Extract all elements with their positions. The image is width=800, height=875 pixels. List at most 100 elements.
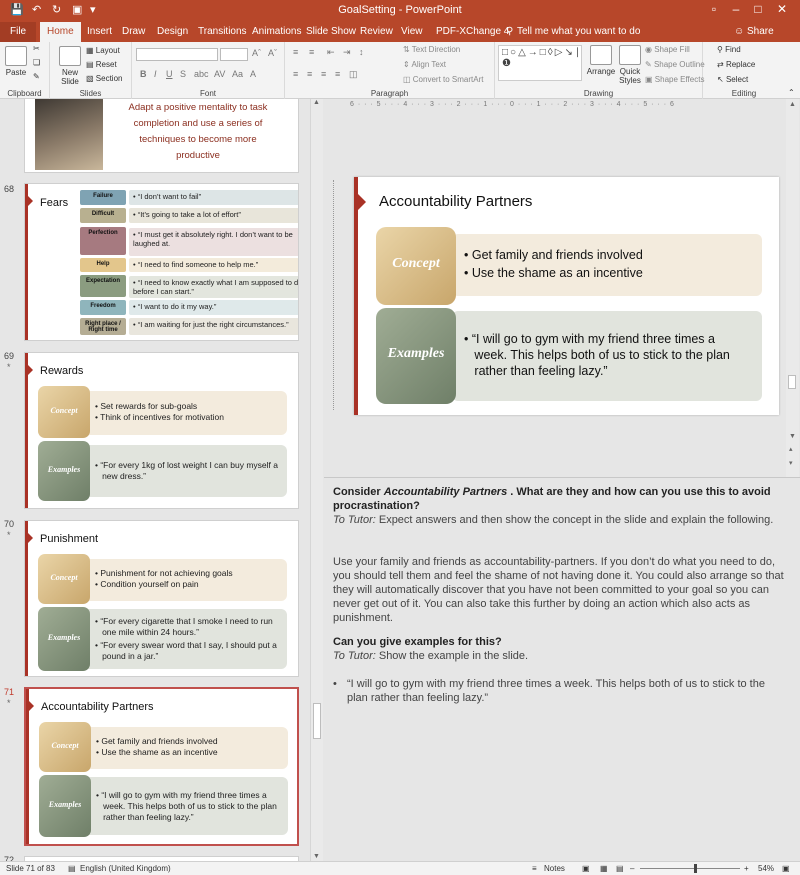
tab-animations[interactable]: Animations <box>252 26 301 37</box>
spacing-icon[interactable]: AV <box>214 69 225 79</box>
numbering-icon[interactable]: ≡ <box>309 47 314 57</box>
scroll-up-icon[interactable]: ▲ <box>789 101 796 108</box>
thumbnail-scrollbar[interactable]: ▲ ▼ <box>310 99 323 861</box>
minimize-button[interactable]: – <box>726 2 746 16</box>
current-slide[interactable]: Accountability Partners Concept • Get fa… <box>354 177 779 415</box>
strikethrough-icon[interactable]: abc <box>194 69 209 79</box>
font-name-box[interactable] <box>136 48 218 61</box>
share-button[interactable]: Share <box>747 26 774 37</box>
italic-icon[interactable]: I <box>154 69 157 79</box>
new-slide-button[interactable]: New Slide <box>56 46 84 86</box>
ribbon-display-icon[interactable]: ▫ <box>704 2 724 16</box>
zoom-in-icon[interactable]: + <box>744 864 749 873</box>
tab-file[interactable]: File <box>0 22 37 42</box>
shape-effects-button[interactable]: ▣ Shape Effects <box>645 75 704 84</box>
slide-scroll-thumb[interactable] <box>788 375 796 389</box>
notes-icon[interactable]: ≡ <box>532 864 537 873</box>
line-spacing-icon[interactable]: ↕ <box>359 47 364 57</box>
convert-smartart-button[interactable]: ◫ Convert to SmartArt <box>403 75 483 84</box>
change-case-icon[interactable]: Aa <box>232 69 243 79</box>
reading-view-icon[interactable]: ▤ <box>616 864 624 873</box>
slide-title[interactable]: Accountability Partners <box>379 193 532 210</box>
tab-review[interactable]: Review <box>360 26 393 37</box>
zoom-out-icon[interactable]: – <box>630 864 634 873</box>
thumbnail-title: Rewards <box>40 365 84 377</box>
decrease-indent-icon[interactable]: ⇤ <box>327 47 335 58</box>
thumbnail-slide-68[interactable]: Fears Failure • “I don’t want to fail” Dif… <box>24 183 299 341</box>
shape-outline-button[interactable]: ✎ Shape Outline <box>645 60 705 69</box>
tab-slide-show[interactable]: Slide Show <box>306 26 356 37</box>
thumbnail-slide-70[interactable]: Punishment Concept • Punishment for not … <box>24 520 299 677</box>
columns-icon[interactable]: ◫ <box>349 69 358 80</box>
maximize-button[interactable]: □ <box>748 2 768 16</box>
spell-check-icon[interactable]: ▤ <box>68 864 76 873</box>
tab-view[interactable]: View <box>401 26 423 37</box>
cut-icon[interactable]: ✂ <box>33 44 40 53</box>
tab-design[interactable]: Design <box>157 26 188 37</box>
tell-me-box[interactable]: Tell me what you want to do <box>517 26 640 37</box>
tab-transitions[interactable]: Transitions <box>198 26 247 37</box>
horizontal-ruler: 6 · · · 5 · · · 4 · · · 3 · · · 2 · · · … <box>350 101 675 108</box>
concept-line-2: • Think of incentives for motivation <box>95 412 224 422</box>
tab-home[interactable]: Home <box>40 22 81 42</box>
slide-sorter-icon[interactable]: ▦ <box>600 864 608 873</box>
concept-box[interactable]: Concept <box>376 227 456 305</box>
zoom-level[interactable]: 54% <box>758 864 774 873</box>
grow-font-icon[interactable]: Aˆ <box>252 48 261 58</box>
align-right-icon[interactable]: ≡ <box>321 69 326 79</box>
paste-button[interactable]: Paste <box>4 46 28 77</box>
notes-tutor-2-text: Show the example in the slide. <box>375 650 529 662</box>
shadow-icon[interactable]: S <box>180 69 186 79</box>
thumbnail-slide-71[interactable]: Accountability Partners Concept • Get fa… <box>24 687 299 846</box>
arrange-button[interactable]: Arrange <box>585 45 617 76</box>
font-size-box[interactable] <box>220 48 248 61</box>
tab-draw[interactable]: Draw <box>122 26 145 37</box>
find-button[interactable]: ⚲ Find <box>717 45 741 54</box>
tab-pdf-xchange[interactable]: PDF-XChange 4 <box>436 26 509 37</box>
thumbnail-slide-67[interactable]: Adapt a positive mentality to task compl… <box>24 99 299 173</box>
align-left-icon[interactable]: ≡ <box>293 69 298 79</box>
notes-toggle[interactable]: Notes <box>544 864 565 873</box>
reset-button[interactable]: ▤ Reset <box>86 60 117 69</box>
fit-to-window-icon[interactable]: ▣ <box>782 864 790 873</box>
close-button[interactable]: ✕ <box>772 2 792 16</box>
align-text-button[interactable]: ⇕ Align Text <box>403 60 446 69</box>
increase-indent-icon[interactable]: ⇥ <box>343 47 351 58</box>
notes-pane[interactable]: Consider Accountability Partners . What … <box>324 477 800 861</box>
collapse-ribbon-icon[interactable]: ⌃ <box>788 88 795 97</box>
shrink-font-icon[interactable]: Aˇ <box>268 48 277 58</box>
justify-icon[interactable]: ≡ <box>335 69 340 79</box>
scroll-up-icon[interactable]: ▲ <box>313 99 320 106</box>
format-painter-icon[interactable]: ✎ <box>33 72 40 81</box>
next-slide-icon[interactable]: ▾ <box>789 459 793 467</box>
font-color-icon[interactable]: A <box>250 69 256 79</box>
language-indicator[interactable]: English (United Kingdom) <box>80 864 171 873</box>
slide-scrollbar[interactable]: ▲ ▼ ▴ ▾ <box>786 99 799 477</box>
select-button[interactable]: ↖ Select <box>717 75 748 84</box>
thumbnail-scroll-thumb[interactable] <box>313 703 321 739</box>
scroll-down-icon[interactable]: ▼ <box>789 433 796 440</box>
zoom-slider-handle[interactable] <box>694 864 697 873</box>
drawing-label: Drawing <box>583 89 614 98</box>
tab-insert[interactable]: Insert <box>87 26 112 37</box>
zoom-slider[interactable] <box>640 868 740 869</box>
align-center-icon[interactable]: ≡ <box>307 69 312 79</box>
quick-styles-button[interactable]: Quick Styles <box>617 45 643 85</box>
replace-button[interactable]: ⇄ Replace <box>717 60 755 69</box>
copy-icon[interactable]: ❏ <box>33 58 40 67</box>
text-direction-button[interactable]: ⇅ Text Direction <box>403 45 460 54</box>
scroll-down-icon[interactable]: ▼ <box>313 853 320 860</box>
thumbnail-slide-69[interactable]: Rewards Concept • Set rewards for sub-go… <box>24 352 299 509</box>
slide-thumbnail-pane[interactable]: Adapt a positive mentality to task compl… <box>0 99 324 861</box>
concept-line-2: • Use the shame as an incentive <box>96 747 218 757</box>
examples-box[interactable]: Examples <box>376 308 456 404</box>
shape-fill-button[interactable]: ◉ Shape Fill <box>645 45 690 54</box>
previous-slide-icon[interactable]: ▴ <box>789 445 793 453</box>
normal-view-icon[interactable]: ▣ <box>582 864 590 873</box>
bullets-icon[interactable]: ≡ <box>293 47 298 57</box>
section-button[interactable]: ▧ Section <box>86 74 122 83</box>
shapes-gallery[interactable]: □○△→□◊▷↘∣◯☆❵❶ <box>498 45 582 81</box>
underline-icon[interactable]: U <box>166 69 173 79</box>
layout-button[interactable]: ▦ Layout <box>86 46 120 55</box>
bold-icon[interactable]: B <box>140 69 147 79</box>
